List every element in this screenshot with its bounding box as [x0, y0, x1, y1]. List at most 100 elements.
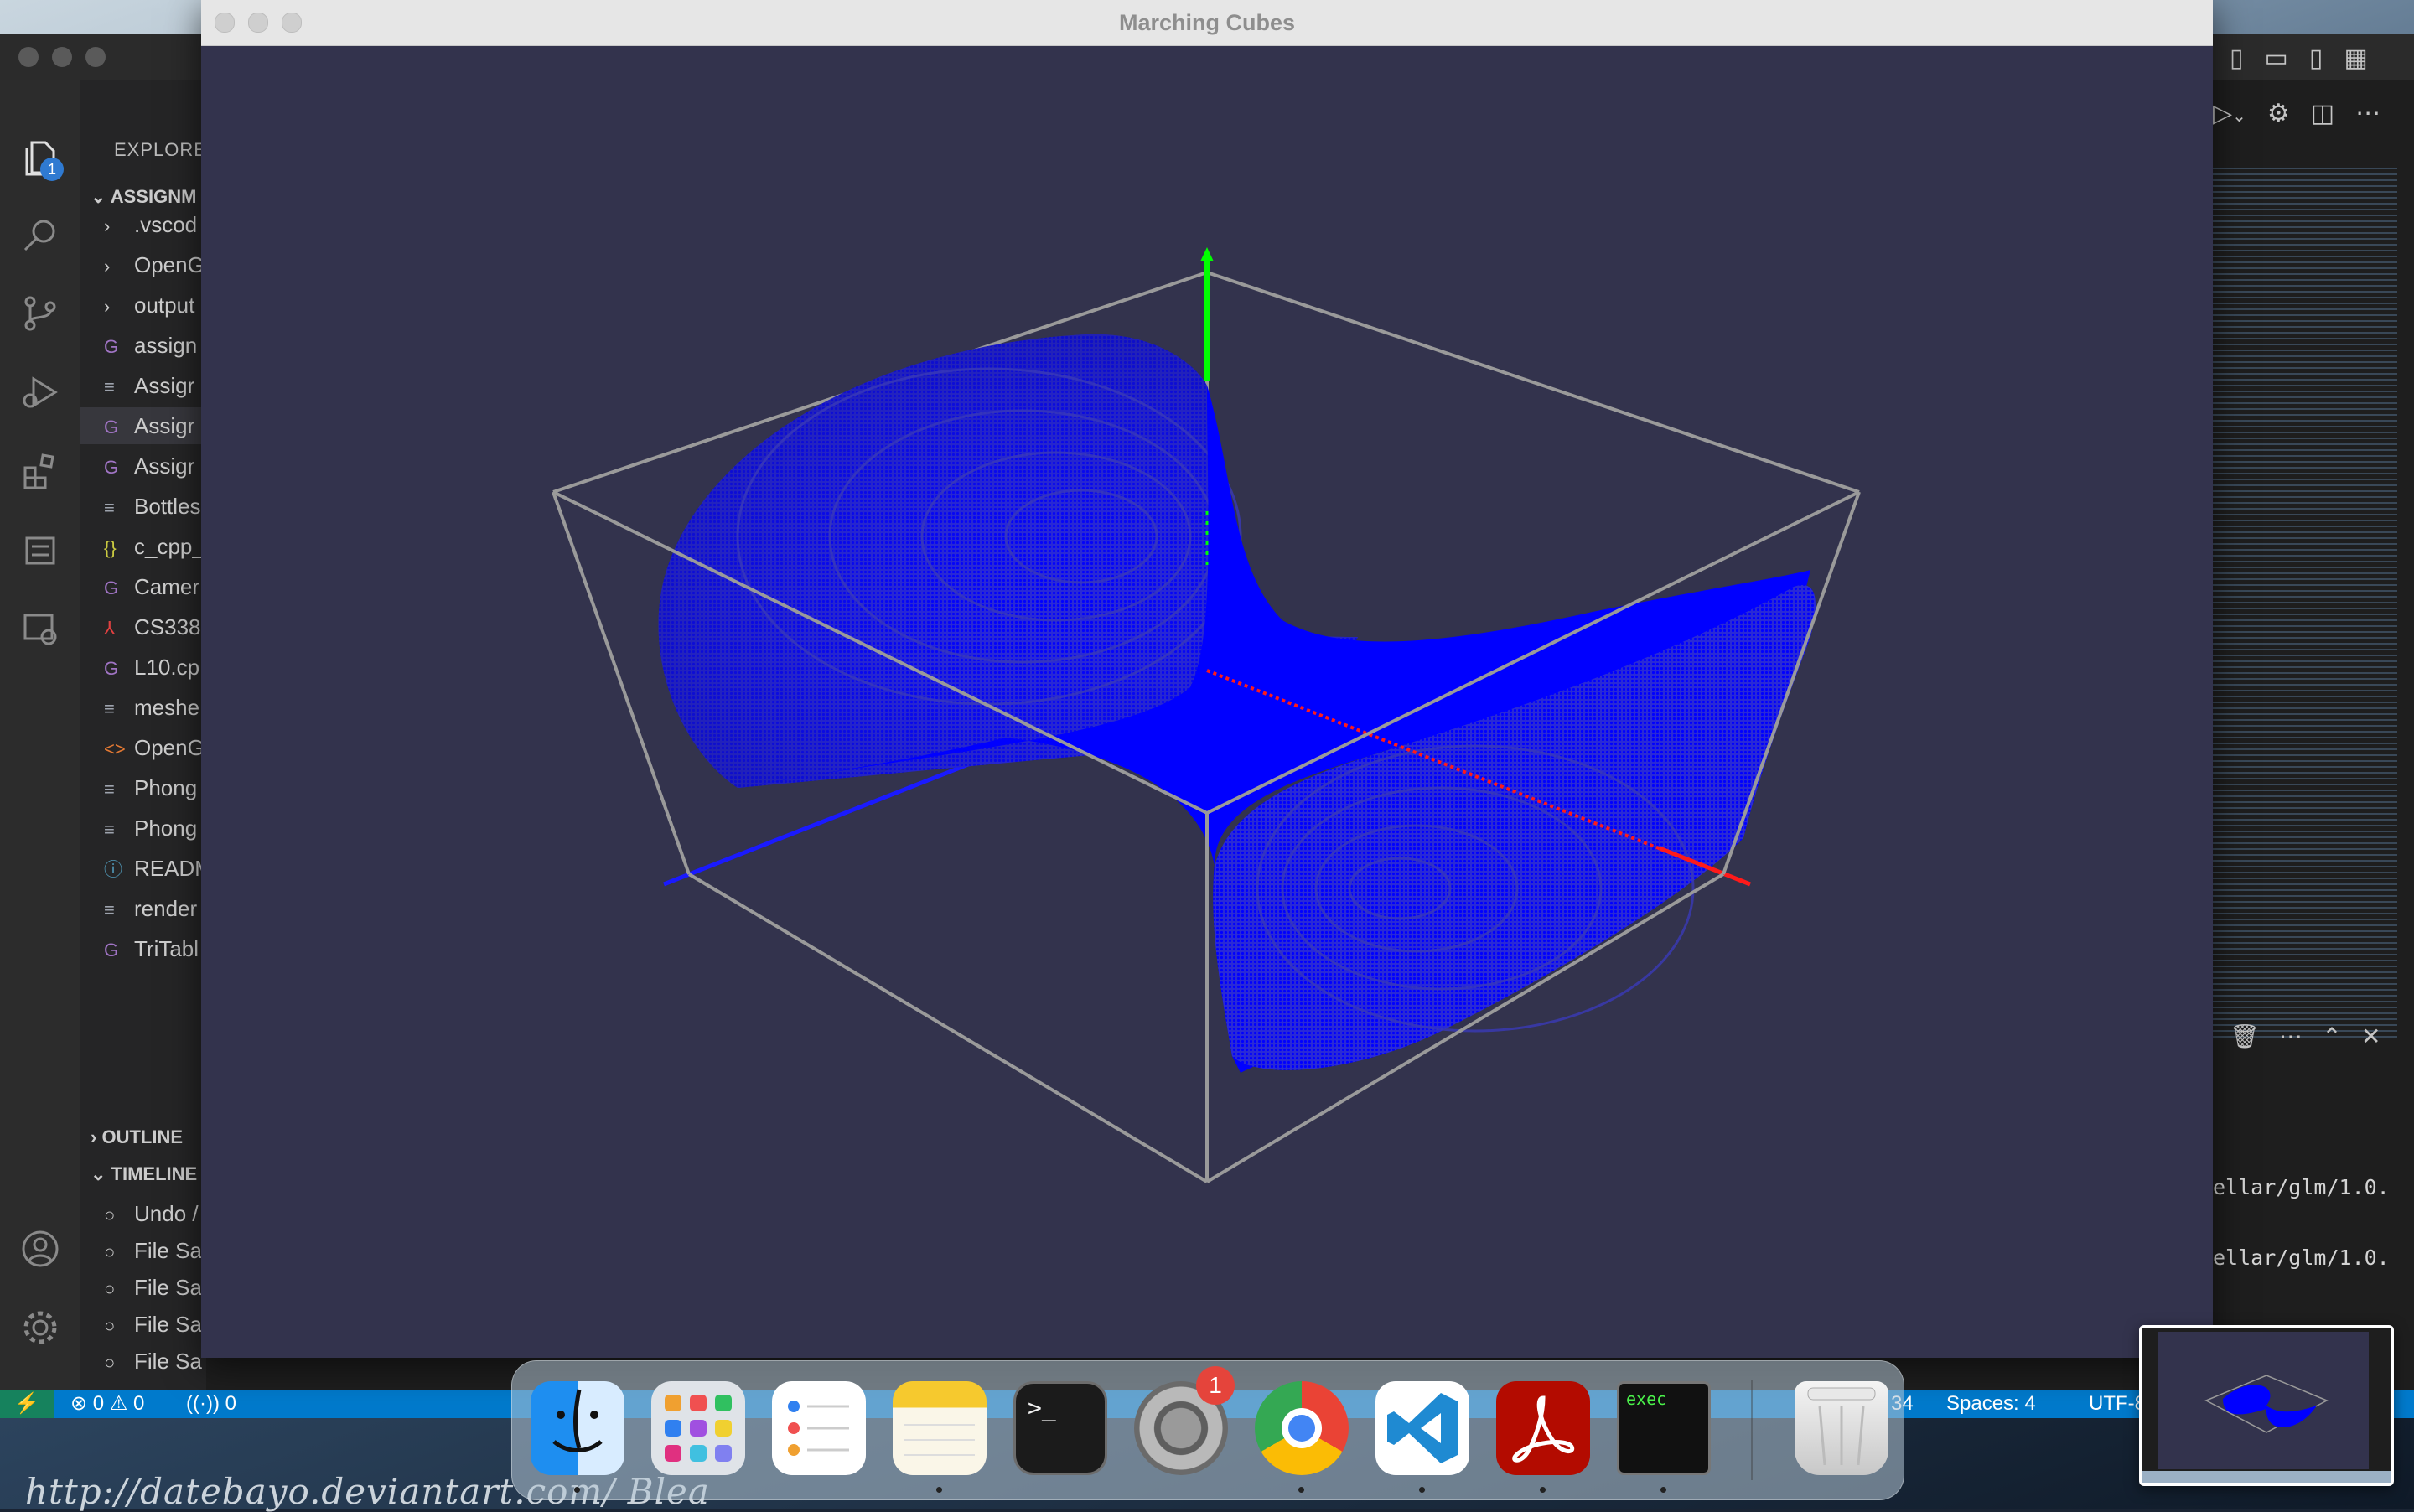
finder-icon[interactable]	[531, 1381, 624, 1475]
encoding-indicator[interactable]: UTF-8	[2089, 1390, 2146, 1418]
file-tree-item[interactable]: G TriTabl	[104, 930, 199, 967]
source-control-icon[interactable]	[20, 293, 60, 334]
remote-explorer-icon[interactable]	[20, 608, 60, 649]
file-tree-label: READM	[134, 856, 206, 881]
timeline-item-label: File Sa	[134, 1349, 202, 1374]
terminal-prompt: >_	[1028, 1394, 1056, 1421]
file-tree-item[interactable]: ≡ Bottles	[104, 488, 201, 525]
split-editor-icon[interactable]: ◫	[2311, 100, 2334, 127]
timeline-circle-icon: ○	[104, 1315, 116, 1336]
file-tree-label: Assigr	[134, 453, 195, 479]
outline-section-header[interactable]: › OUTLINE	[91, 1126, 183, 1148]
trash-icon[interactable]	[1795, 1381, 1888, 1475]
render-viewport[interactable]	[201, 45, 2213, 1358]
outline-label: OUTLINE	[101, 1126, 184, 1147]
testing-icon[interactable]	[20, 530, 60, 570]
panel-more-icon[interactable]: ⋯	[2279, 1023, 2303, 1049]
file-tree-item[interactable]: ⅄ CS338	[104, 608, 201, 645]
file-tree-item[interactable]: ⓘ READM	[104, 850, 206, 887]
file-tree-item[interactable]: ≡ Phong	[104, 810, 197, 847]
settings-gear-icon[interactable]: ⚙	[2267, 100, 2290, 127]
broadcast-icon: ((·))	[186, 1392, 220, 1415]
file-tree-item[interactable]: › output	[104, 287, 194, 324]
ports-count: 0	[225, 1392, 236, 1415]
file-tree-item[interactable]: › OpenG	[104, 246, 205, 283]
running-indicator	[1660, 1487, 1666, 1493]
file-tree-label: Bottles	[134, 494, 201, 519]
timeline-item[interactable]: ○ Undo /	[104, 1195, 199, 1234]
workspace-folder-header[interactable]: ⌄ ASSIGNM	[91, 186, 196, 208]
file-tree-item[interactable]: G Camer	[104, 568, 199, 605]
file-tree-item[interactable]: ≡ Assigr	[104, 367, 194, 404]
cpp-file-icon: G	[104, 577, 119, 598]
search-icon[interactable]	[20, 215, 60, 255]
problems-indicator[interactable]: ⊗ 0 ⚠ 0	[70, 1390, 144, 1418]
vscode-icon[interactable]	[1375, 1381, 1469, 1475]
html-file-icon: <>	[104, 738, 126, 759]
reminders-icon[interactable]	[772, 1381, 866, 1475]
minimize-button[interactable]	[52, 47, 72, 67]
code-minimap[interactable]	[2213, 168, 2397, 1039]
exec-label: exec	[1626, 1389, 1667, 1409]
acrobat-icon[interactable]	[1496, 1381, 1590, 1475]
more-actions-icon[interactable]: ⋯	[2355, 100, 2380, 127]
screenshot-thumbnail[interactable]	[2139, 1325, 2394, 1486]
cpp-file-icon: G	[104, 457, 119, 478]
timeline-section-header[interactable]: ⌄ TIMELINE	[91, 1163, 197, 1185]
file-tree-label: meshe	[134, 695, 200, 720]
close-button[interactable]	[18, 47, 39, 67]
file-tree-label: assign	[134, 333, 198, 358]
marching-cubes-titlebar[interactable]: Marching Cubes	[201, 0, 2213, 46]
kill-terminal-icon[interactable]: 🗑	[2230, 1023, 2260, 1049]
file-tree-item[interactable]: <> OpenG	[104, 729, 205, 766]
settings-badge: 1	[1196, 1366, 1235, 1405]
layout-controls[interactable]: ▯ ▭ ▯ ▦	[2230, 44, 2368, 73]
account-icon[interactable]	[20, 1229, 60, 1269]
file-tree-item[interactable]: {} c_cpp_	[104, 528, 205, 565]
run-debug-icon[interactable]	[20, 372, 60, 412]
file-tree-item[interactable]: ≡ render	[104, 890, 197, 927]
launchpad-icon[interactable]	[651, 1381, 745, 1475]
file-tree-label: Phong	[134, 816, 198, 841]
indentation-indicator[interactable]: Spaces: 4	[1946, 1390, 2036, 1418]
file-tree-item[interactable]: G Assigr	[80, 407, 206, 444]
timeline-item[interactable]: ○File Sa	[104, 1343, 202, 1381]
timeline-item-label: Undo /	[134, 1201, 199, 1226]
file-tree-item[interactable]: G Assigr	[104, 448, 194, 484]
run-icon[interactable]: ▷	[2213, 100, 2232, 127]
file-tree-item[interactable]: G L10.cp	[104, 649, 199, 686]
customize-layout-icon[interactable]: ▦	[2344, 44, 2367, 72]
terminal-icon[interactable]: >_	[1013, 1381, 1107, 1475]
close-panel-icon[interactable]: ✕	[2361, 1023, 2380, 1049]
remote-indicator-icon[interactable]: ⚡	[0, 1390, 54, 1418]
notes-icon[interactable]	[893, 1381, 987, 1475]
manage-gear-icon[interactable]	[20, 1307, 60, 1348]
file-tree-label: c_cpp_	[134, 534, 205, 559]
chrome-icon[interactable]	[1255, 1381, 1349, 1475]
toggle-sidebar-icon[interactable]: ▯	[2230, 44, 2244, 72]
timeline-item[interactable]: ○ File Sa	[104, 1306, 202, 1344]
toggle-panel-icon[interactable]: ▭	[2265, 44, 2288, 72]
file-tree-item[interactable]: ≡ meshe	[104, 689, 199, 726]
timeline-item[interactable]: ○File Sa	[104, 1380, 202, 1390]
toggle-secondary-sidebar-icon[interactable]: ▯	[2309, 44, 2323, 72]
chevron-right-icon: ›	[104, 296, 111, 317]
run-dropdown-icon[interactable]: ⌄	[2232, 107, 2246, 126]
file-tree-label: output	[134, 293, 195, 318]
timeline-item[interactable]: ○File Sa	[104, 1232, 202, 1271]
file-tree-item[interactable]: Gassign	[104, 327, 197, 364]
terminal-line: ellar/glm/1.0.	[2213, 1175, 2390, 1199]
file-tree-label: Assigr	[134, 413, 195, 438]
extensions-icon[interactable]	[20, 451, 60, 491]
zoom-button[interactable]	[85, 47, 106, 67]
file-tree-label: Assigr	[134, 373, 195, 398]
ports-indicator[interactable]: ((·)) 0	[186, 1390, 236, 1418]
timeline-item-label: File Sa	[134, 1312, 202, 1337]
exec-icon[interactable]: exec	[1617, 1381, 1711, 1475]
timeline-label: TIMELINE	[111, 1163, 198, 1184]
file-tree-item[interactable]: ≡ Phong	[104, 769, 197, 806]
timeline-item[interactable]: ○File Sa	[104, 1269, 202, 1307]
running-indicator	[1419, 1487, 1425, 1493]
file-tree-item[interactable]: › .vscod	[104, 206, 197, 243]
maximize-panel-icon[interactable]: ⌃	[2322, 1023, 2341, 1049]
